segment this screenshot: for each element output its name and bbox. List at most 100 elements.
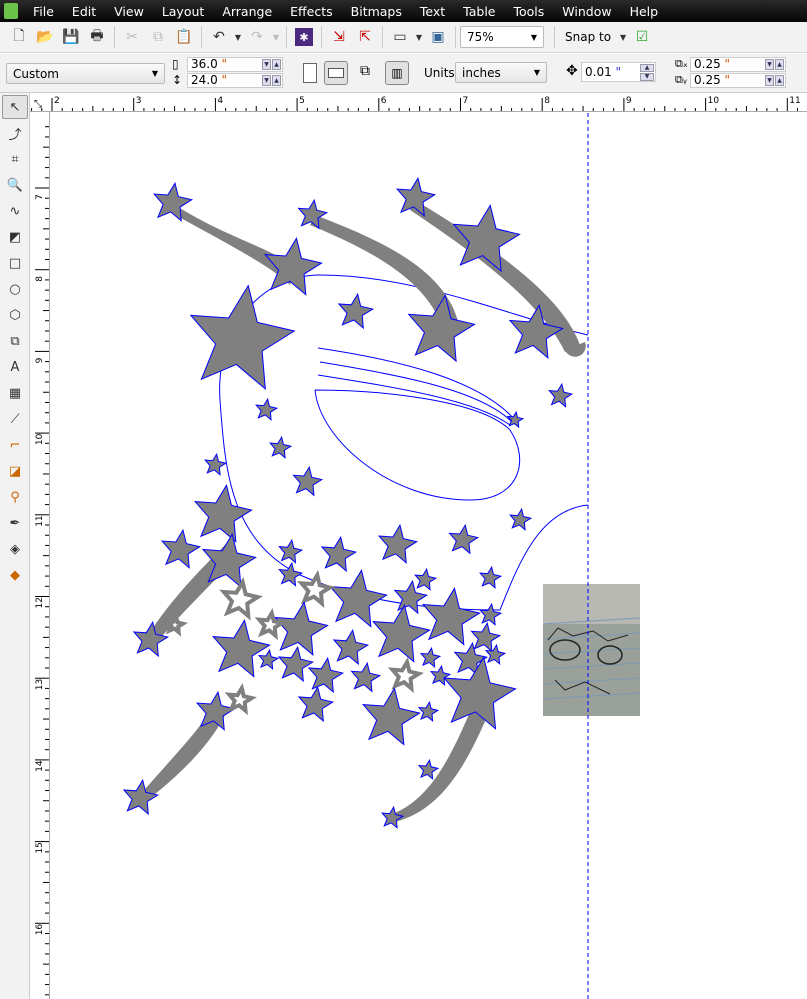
- portrait-button[interactable]: [303, 63, 317, 83]
- star-shape[interactable]: [337, 292, 375, 330]
- star-shape[interactable]: [478, 602, 503, 626]
- welcome-screen-icon[interactable]: ▣: [425, 25, 451, 49]
- redo-icon[interactable]: ↷: [244, 25, 270, 49]
- eyedropper-tool-icon[interactable]: ⚲: [2, 485, 28, 509]
- menu-table[interactable]: Table: [454, 4, 504, 19]
- menu-tools[interactable]: Tools: [504, 4, 553, 19]
- zoom-level-select[interactable]: 75% ▼: [460, 26, 544, 48]
- text-tool-icon[interactable]: A: [2, 355, 28, 379]
- sketch-bitmap-image[interactable]: [542, 584, 641, 716]
- menu-text[interactable]: Text: [411, 4, 454, 19]
- star-shape[interactable]: [422, 587, 481, 646]
- star-shape[interactable]: [350, 661, 382, 693]
- units-select[interactable]: inches ▼: [455, 62, 547, 83]
- star-shape[interactable]: [307, 656, 345, 694]
- decrement-icon[interactable]: ▼: [765, 59, 774, 70]
- duplicate-distance-x-input[interactable]: 0.25 " ▼ ▲: [690, 57, 786, 72]
- star-shape[interactable]: [387, 657, 424, 694]
- star-shape[interactable]: [212, 619, 271, 678]
- star-shape[interactable]: [448, 523, 480, 555]
- increment-icon[interactable]: ▲: [775, 59, 784, 70]
- page-size-select[interactable]: Custom ▼: [6, 63, 165, 84]
- dimension-tool-icon[interactable]: ⟋: [2, 407, 28, 431]
- nudge-distance-input[interactable]: 0.01 " ▲ ▼: [581, 62, 656, 82]
- shape-tool-icon[interactable]: ⤴: [2, 121, 28, 145]
- star-shape[interactable]: [224, 682, 257, 716]
- current-page-icon[interactable]: ▥: [385, 61, 409, 85]
- star-shape[interactable]: [417, 700, 440, 723]
- star-shape[interactable]: [508, 507, 533, 531]
- paste-icon[interactable]: 📋: [171, 25, 197, 49]
- snap-options-icon[interactable]: ☑: [629, 25, 655, 49]
- basic-shapes-icon[interactable]: ⧉: [2, 329, 28, 353]
- page-height-input[interactable]: 24.0 " ▼ ▲: [187, 73, 283, 88]
- star-shape[interactable]: [380, 805, 405, 829]
- menu-bitmaps[interactable]: Bitmaps: [342, 4, 411, 19]
- star-shape[interactable]: [417, 758, 440, 781]
- star-shape[interactable]: [548, 382, 574, 408]
- menu-view[interactable]: View: [105, 4, 153, 19]
- smart-fill-icon[interactable]: ◩: [2, 225, 28, 249]
- redo-dropdown[interactable]: ▼: [270, 33, 282, 42]
- star-shape[interactable]: [362, 687, 421, 746]
- star-shape[interactable]: [219, 577, 263, 621]
- increment-icon[interactable]: ▲: [272, 75, 281, 86]
- star-shape[interactable]: [278, 538, 304, 564]
- new-document-icon[interactable]: 🗋: [6, 25, 32, 49]
- menu-help[interactable]: Help: [621, 4, 668, 19]
- copy-icon[interactable]: ⧉: [145, 25, 171, 49]
- decrement-icon[interactable]: ▼: [262, 59, 271, 70]
- star-shape[interactable]: [273, 601, 329, 657]
- snap-to-dropdown[interactable]: ▼: [617, 33, 629, 42]
- increment-icon[interactable]: ▲: [775, 75, 784, 86]
- star-shape[interactable]: [407, 294, 476, 363]
- blend-tool-icon[interactable]: ◪: [2, 459, 28, 483]
- landscape-button[interactable]: [324, 61, 348, 85]
- star-shape[interactable]: [189, 284, 296, 390]
- star-shape[interactable]: [320, 535, 358, 573]
- undo-dropdown[interactable]: ▼: [232, 33, 244, 42]
- decrement-icon[interactable]: ▼: [262, 75, 271, 86]
- outline-pen-icon[interactable]: ✒: [2, 511, 28, 535]
- duplicate-distance-y-input[interactable]: 0.25 " ▼ ▲: [690, 73, 786, 88]
- star-shape[interactable]: [194, 484, 253, 543]
- all-pages-icon[interactable]: ⧉: [360, 63, 370, 79]
- star-shape[interactable]: [297, 685, 335, 723]
- decrement-icon[interactable]: ▼: [765, 75, 774, 86]
- star-shape[interactable]: [160, 528, 202, 569]
- star-shape[interactable]: [254, 397, 279, 421]
- crop-tool-icon[interactable]: ⌗: [2, 147, 28, 171]
- application-launcher-icon[interactable]: ▭: [387, 25, 413, 49]
- increment-icon[interactable]: ▲: [640, 64, 654, 72]
- export-icon[interactable]: ⇱: [352, 25, 378, 49]
- star-shape[interactable]: [257, 648, 280, 671]
- star-shape[interactable]: [419, 646, 442, 669]
- import-icon[interactable]: ⇲: [326, 25, 352, 49]
- star-shape[interactable]: [277, 645, 315, 683]
- snap-to-button[interactable]: Snap to: [565, 30, 611, 44]
- ellipse-tool-icon[interactable]: ○: [2, 277, 28, 301]
- menu-arrange[interactable]: Arrange: [213, 4, 281, 19]
- interactive-fill-icon[interactable]: ◆: [2, 563, 28, 587]
- undo-icon[interactable]: ↶: [206, 25, 232, 49]
- vector-curve[interactable]: [317, 347, 516, 421]
- print-icon[interactable]: 🖶: [84, 25, 110, 49]
- page-width-input[interactable]: 36.0 " ▼ ▲: [187, 57, 283, 72]
- polygon-tool-icon[interactable]: ⬡: [2, 303, 28, 327]
- rectangle-tool-icon[interactable]: □: [2, 251, 28, 275]
- star-shape[interactable]: [203, 452, 228, 476]
- star-shape[interactable]: [478, 565, 503, 589]
- drawing-canvas[interactable]: [51, 113, 807, 999]
- pick-tool-icon[interactable]: ↖: [2, 95, 28, 119]
- star-shape[interactable]: [413, 567, 438, 591]
- vector-curve[interactable]: [219, 399, 589, 611]
- vector-curve[interactable]: [317, 374, 511, 426]
- star-shape[interactable]: [254, 607, 287, 641]
- save-icon[interactable]: 💾: [58, 25, 84, 49]
- ruler-origin-icon[interactable]: ⤡: [32, 96, 48, 110]
- star-shape[interactable]: [332, 628, 370, 666]
- increment-icon[interactable]: ▲: [272, 59, 281, 70]
- launcher-dropdown[interactable]: ▼: [413, 33, 425, 42]
- zoom-tool-icon[interactable]: 🔍: [2, 173, 28, 197]
- star-shape[interactable]: [268, 435, 293, 459]
